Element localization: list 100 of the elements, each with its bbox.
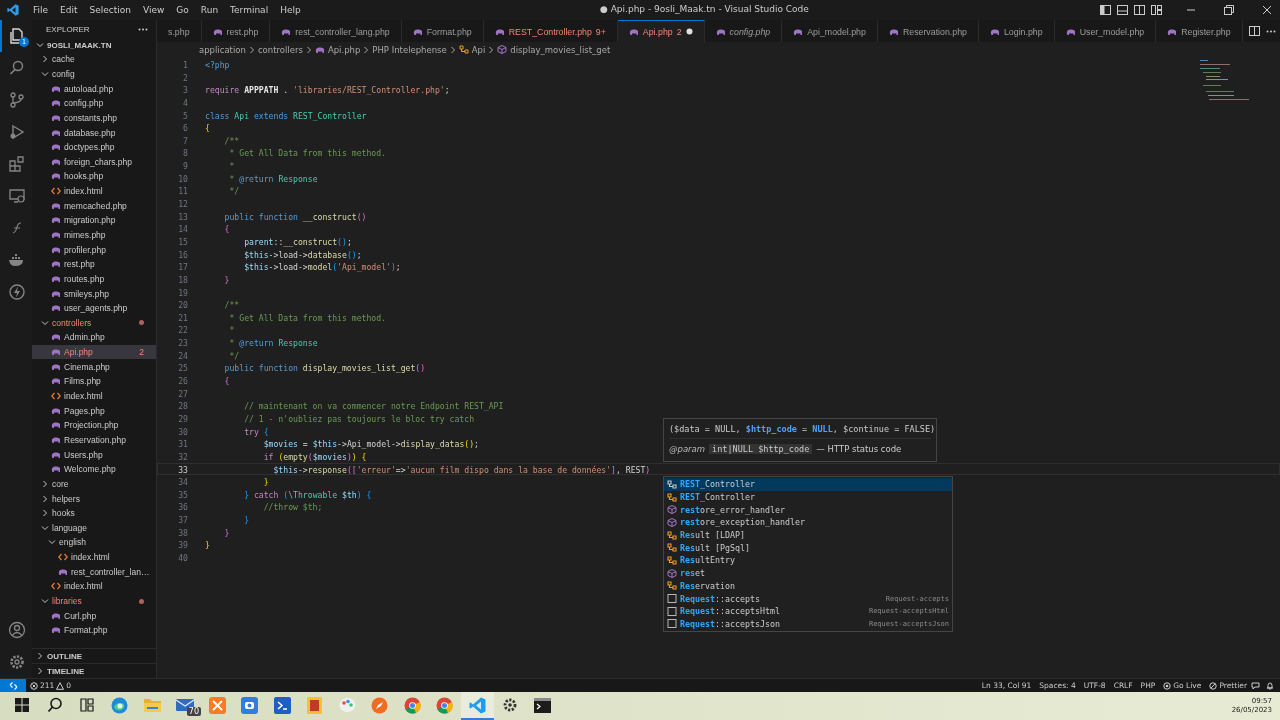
suggestion-item[interactable]: Result [LDAP] [664,528,952,542]
tree-item[interactable]: libraries [32,593,156,609]
restore-icon[interactable] [1224,5,1234,15]
code-editor-icon [468,696,486,714]
code-line: // 1 - n'oubliez pas toujours le bloc try catch [243,412,475,424]
suggestion-item[interactable]: REST_Controller [664,490,952,504]
tree-item[interactable]: Cinema.php [32,359,156,375]
code-line: public function display_movies_list_get() [223,362,426,373]
line-number: 40 [177,552,188,563]
class-icon [667,492,677,502]
more-icon[interactable] [1265,29,1276,33]
tree-item[interactable]: smileys.php [32,286,156,301]
menu-item[interactable]: Go [170,5,195,15]
search-icon [46,697,63,713]
editor-tab[interactable]: Api.php 2 [617,20,705,42]
tree-item[interactable]: Users.php [32,447,156,462]
tree-item[interactable]: Pages.php [32,403,156,418]
suggestion-item[interactable]: reset [664,566,952,580]
suggestion-item[interactable]: restore_exception_handler [664,516,952,529]
tree-item[interactable]: index.html [32,388,156,404]
sidebar-toggle-icon[interactable] [1100,5,1111,15]
tree-item[interactable]: index.html [32,579,156,594]
param-tag: @param [669,444,706,454]
tree-item[interactable]: constants.php [32,110,156,126]
tree-item[interactable]: user_agents.php [32,300,156,316]
tree-item[interactable]: routes.php [32,271,156,287]
menu-item[interactable]: Run [194,5,225,15]
menu-item[interactable]: View [137,5,171,15]
tree-item[interactable]: database.php [32,125,156,140]
tree-item[interactable]: hooks.php [32,169,156,184]
split-icon[interactable] [1134,5,1145,15]
account-icon [8,621,26,639]
tree-item[interactable]: autoload.php [32,81,156,96]
breadcrumb-item[interactable]: application [199,44,246,55]
feedback-icon[interactable] [1251,681,1260,690]
line-number: 35 [177,488,188,500]
tree-item[interactable]: rest_controller_lan… [32,564,156,580]
panel-toggle-icon[interactable] [1117,5,1128,15]
tree-item[interactable]: Curl.php [32,608,156,623]
breadcrumb-item[interactable]: controllers [257,44,303,55]
bell-icon[interactable] [1266,681,1274,690]
tree-item[interactable]: index.html [32,183,156,199]
suggestion-item[interactable]: restore_error_handler [664,503,952,517]
tree-item[interactable]: Films.php [32,374,156,389]
breadcrumb-item[interactable]: Api.php [327,44,361,55]
search-icon [8,59,26,77]
tree-item[interactable]: Reservation.php [32,432,156,448]
tree-item[interactable]: Welcome.php [32,461,156,477]
line-number: 30 [177,425,188,437]
suggestion-item[interactable]: Result [PgSql] [664,541,952,555]
line-number: 17 [177,261,188,272]
tree-item[interactable]: rest.php [32,256,156,272]
menu-item[interactable]: File [27,5,55,15]
menu-item[interactable]: Terminal [224,5,275,15]
code-file-icon [51,187,61,196]
tree-item[interactable]: controllers [32,315,156,331]
close-icon[interactable] [1262,5,1272,15]
tree-item[interactable]: english [32,535,156,550]
menu-item[interactable]: Selection [83,5,137,15]
tree-item[interactable]: doctypes.php [32,139,156,155]
tree-item[interactable]: mimes.php [32,227,156,243]
breadcrumb-item[interactable]: Api [471,44,486,55]
chevron-icon [488,45,495,54]
tree-item[interactable]: config.php [32,95,156,111]
files-icon [8,27,26,45]
code-line: * @return Response [228,337,318,348]
folder-header[interactable]: 9OSLI_MAAK.TN [32,38,156,52]
layout-icon[interactable] [1151,5,1162,15]
unsaved-dot-icon[interactable] [685,28,693,35]
code-line: */ [228,185,240,197]
tree-item[interactable]: Api.php 2 [32,344,156,360]
code-line: /** [223,299,240,310]
tree-item[interactable]: core [32,476,156,492]
tree-item[interactable]: cache [32,52,156,67]
parameter-hint-popup: ($data = NULL, $http_code = NULL, $continue = FALSE) @param int|NULL $http_code — HTTP status code [663,418,937,462]
menu-item[interactable]: Edit [54,5,84,15]
taskbar-button[interactable]: 70 [168,692,201,720]
tree-item[interactable]: Projection.php [32,418,156,433]
section-header[interactable]: OUTLINE [32,648,156,663]
more-icon[interactable] [138,27,148,31]
app-logo-icon [7,4,19,16]
line-number: 26 [177,375,188,386]
split-editor-icon[interactable] [1248,26,1260,36]
tree-item[interactable]: profiler.php [32,242,156,257]
tree-item[interactable]: memcached.php [32,198,156,214]
tree-item[interactable]: hooks [32,505,156,521]
breadcrumb-item[interactable]: PHP Intelephense [372,44,447,55]
tree-item[interactable]: foreign_chars.php [32,154,156,170]
breadcrumb-item[interactable]: display_movies_list_get [510,44,611,55]
suggestion-item[interactable]: Reservation [664,579,952,593]
tree-item[interactable]: Admin.php [32,330,156,345]
tree-item[interactable]: language [32,520,156,536]
tree-item[interactable]: index.html [32,549,156,565]
tree-item[interactable]: Format.php [32,623,156,638]
tree-item[interactable]: migration.php [32,213,156,228]
suggestion-item[interactable]: REST_Controller [664,478,952,491]
suggestion-item[interactable]: ResultEntry [664,554,952,567]
tree-item[interactable]: helpers [32,491,156,506]
menu-item[interactable]: Help [274,5,307,15]
tree-item[interactable]: config [32,66,156,82]
